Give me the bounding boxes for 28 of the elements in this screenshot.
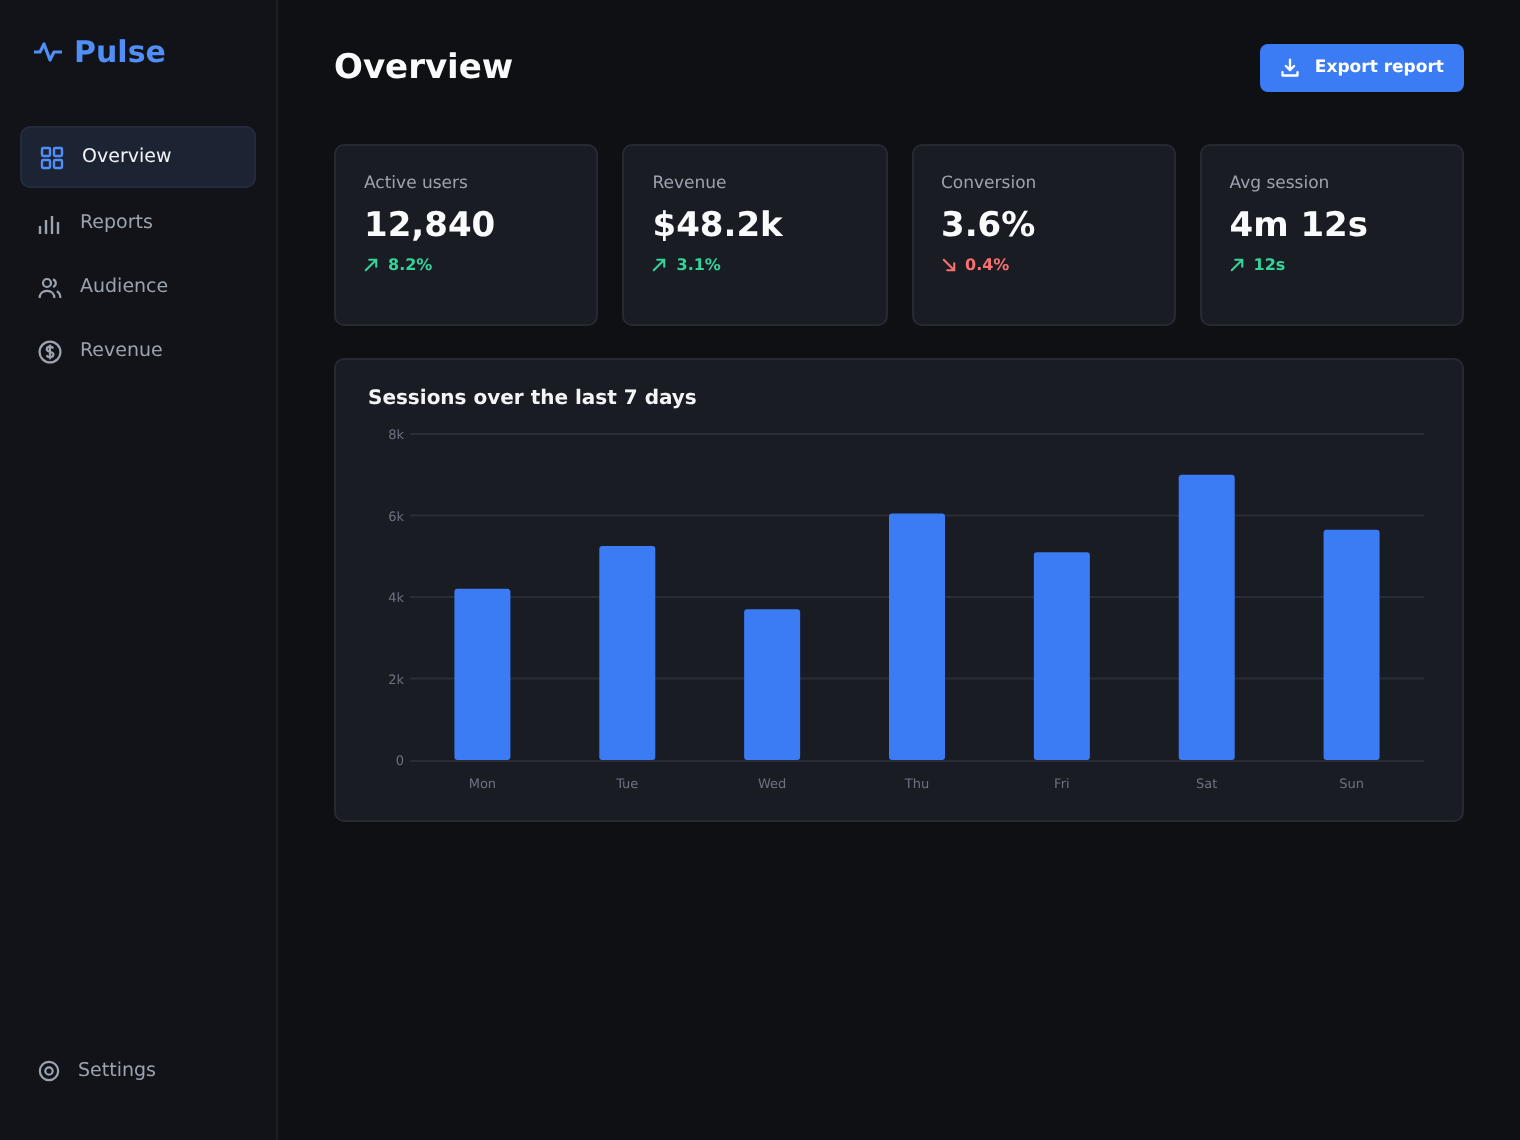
stat-label: Conversion <box>941 174 1037 194</box>
grid-icon <box>40 145 64 169</box>
pulse-icon <box>34 42 62 62</box>
stat-change: 12s <box>1253 256 1286 274</box>
sidebar-item[interactable]: Revenue <box>20 322 256 380</box>
stat-value: 3.6% <box>941 206 1036 246</box>
sidebar-item[interactable]: Overview <box>20 126 256 188</box>
settings-icon <box>38 1060 60 1082</box>
stat-label: Avg session <box>1229 174 1330 194</box>
bar-chart-icon <box>38 211 62 235</box>
stat-value: $48.2k <box>652 206 783 246</box>
chart-title: Sessions over the last 7 days <box>368 388 699 410</box>
stat-change: 0.4% <box>965 256 1010 274</box>
brand-name: Pulse <box>74 34 166 70</box>
dollar-icon <box>38 339 62 363</box>
settings-item[interactable]: Settings <box>20 1042 256 1100</box>
stat-label: Active users <box>364 174 468 194</box>
download-icon <box>1280 58 1301 78</box>
stat-change: 8.2% <box>388 256 433 274</box>
stat-value: 12,840 <box>364 206 496 246</box>
export-button[interactable]: Export report <box>1260 44 1464 92</box>
stat-change: 3.1% <box>676 256 721 274</box>
users-icon <box>38 275 62 299</box>
page-title: Overview <box>334 48 514 88</box>
stat-label: Revenue <box>652 174 727 194</box>
sidebar-item[interactable]: Audience <box>20 258 256 316</box>
stat-value: 4m 12s <box>1229 206 1368 246</box>
sidebar-item[interactable]: Reports <box>20 194 256 252</box>
